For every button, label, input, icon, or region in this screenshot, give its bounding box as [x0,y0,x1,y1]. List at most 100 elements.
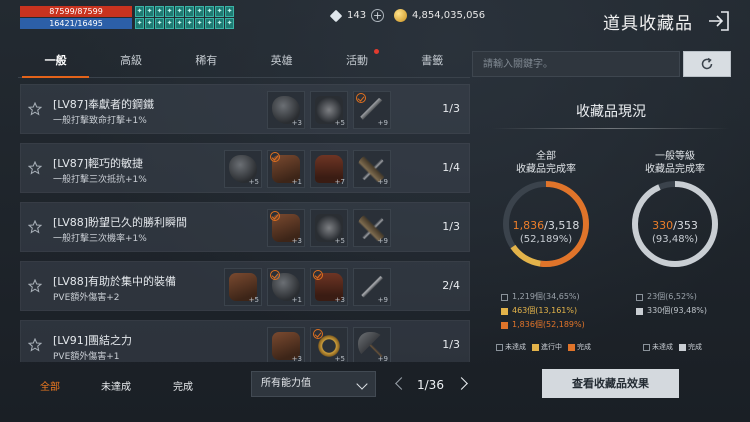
collection-row[interactable]: [LV88]盼望已久的勝利瞬間 一般打擊三次機率+1% 1/3 +3 +5 +9 [20,202,470,252]
mp-bar: 16421/16495 [20,18,132,29]
search-box[interactable] [472,51,680,77]
collection-count: 2/4 [442,279,460,292]
registered-check-icon [270,211,280,221]
tab-1[interactable]: 高級 [93,48,168,77]
summary-title: 收藏品現況 [576,104,646,120]
normal-gauge-value: 330/353 [629,219,721,232]
hp-bar: 87599/87599 [20,6,132,17]
item-slot-crossbow[interactable]: +9 [353,150,391,188]
enhance-level: +5 [248,296,259,304]
notification-dot-icon [373,49,379,54]
normal-label-line2: 收藏品完成率 [645,164,705,175]
total-gauge-value: 1,836/3,518 [500,219,592,232]
tab-label: 一般 [44,54,67,67]
item-slot-bracer[interactable]: +1 [267,150,305,188]
tab-label: 活動 [345,54,368,67]
buff-icon: ✦ [185,18,194,29]
buff-icon: ✦ [195,18,204,29]
enhance-level: +7 [334,178,345,186]
search-input[interactable] [473,52,679,77]
item-slot-spear[interactable]: +9 [353,91,391,129]
tab-5[interactable]: 書籤 [395,48,470,77]
bookmark-star-icon[interactable] [28,220,42,234]
item-slot-claws[interactable]: +5 [310,209,348,247]
filter-all[interactable]: 全部 [40,378,60,393]
bookmark-star-icon[interactable] [28,338,42,352]
tab-0[interactable]: 一般 [18,48,93,78]
collection-row[interactable]: [LV88]有助於集中的裝備 PVE額外傷害+2 2/4 +5 +1 +3 +9 [20,261,470,311]
item-slot-ring[interactable]: +5 [310,327,348,362]
bookmark-star-icon[interactable] [28,161,42,175]
bookmark-star-icon[interactable] [28,279,42,293]
enhance-level: +1 [291,178,302,186]
item-slot-claws[interactable]: +5 [310,91,348,129]
add-diamond-button[interactable]: + [371,9,385,22]
refresh-button[interactable] [683,51,731,77]
player-stats: 87599/87599 16421/16495 [20,6,132,29]
item-slot-bracer[interactable]: +5 [224,268,262,306]
buff-icon: ✦ [145,18,154,29]
tab-label: 英雄 [270,54,293,67]
item-slot-helmet[interactable]: +5 [224,150,262,188]
collection-row[interactable]: [LV87]輕巧的敏捷 一般打擊三次抵抗+1% 1/4 +5 +1 +7 +9 [20,143,470,193]
item-slot-dagger[interactable]: +9 [353,268,391,306]
tab-4[interactable]: 活動 [319,48,394,77]
chevron-down-icon [356,378,368,390]
buff-icon: ✦ [185,6,194,17]
item-slot-helmet[interactable]: +3 [267,91,305,129]
enhance-level: +5 [334,355,345,362]
registered-check-icon [356,93,366,103]
enhance-level: +5 [334,237,345,245]
view-effects-button[interactable]: 查看收藏品效果 [542,369,679,398]
item-slot-crossbow[interactable]: +9 [353,209,391,247]
normal-legend: 未達成 完成 [643,342,702,352]
buff-icon: ✦ [225,18,234,29]
enhance-level: +9 [377,355,388,362]
tab-3[interactable]: 英雄 [244,48,319,77]
buff-icon: ✦ [165,18,174,29]
collection-row[interactable]: [LV87]奉獻者的鋼鐵 一般打擊致命打擊+1% 1/3 +3 +5 +9 [20,84,470,134]
refresh-icon [701,57,713,70]
total-percent: (52,189%) [519,234,573,245]
registered-check-icon [270,152,280,162]
buff-icon: ✦ [155,6,164,17]
collection-count: 1/3 [442,220,460,233]
normal-incomplete-line: 23個(6,52%) [636,290,707,304]
enhance-level: +9 [377,296,388,304]
total-total: /3,518 [544,219,580,232]
collection-name: [LV88]盼望已久的勝利瞬間 [53,216,188,229]
filter-incomplete[interactable]: 未達成 [101,378,131,393]
item-slot-boots[interactable]: +7 [310,150,348,188]
normal-total: /353 [673,219,698,232]
item-slot-bracer[interactable]: +3 [267,327,305,362]
tab-2[interactable]: 稀有 [169,48,244,77]
diamond-currency: 143 + [329,9,385,22]
buff-icon: ✦ [205,6,214,17]
filter-complete[interactable]: 完成 [173,378,193,393]
enhance-level: +3 [291,355,302,362]
item-slot-boots[interactable]: +3 [310,268,348,306]
buff-icon: ✦ [225,6,234,17]
collection-count: 1/3 [442,338,460,351]
collection-row[interactable]: [LV91]團結之力 PVE額外傷害+1 1/3 +3 +5 +9 [20,320,470,362]
collection-effect: 一般打擊三次機率+1% [53,234,147,244]
page-title: 道具收藏品 [603,14,693,34]
collection-effect: PVE額外傷害+2 [53,293,120,303]
collection-list[interactable]: [LV87]奉獻者的鋼鐵 一般打擊致命打擊+1% 1/3 +3 +5 +9 [LV87]輕巧… [20,84,470,362]
bookmark-star-icon[interactable] [28,102,42,116]
enhance-level: +3 [291,119,302,127]
tab-label: 書籤 [421,54,444,67]
item-slot-bracer[interactable]: +3 [267,209,305,247]
exit-icon[interactable] [707,10,731,32]
normal-complete-line: 330個(93,48%) [636,304,707,318]
tab-label: 高級 [119,54,142,67]
page-indicator: 1/36 [417,378,444,392]
buff-icon: ✦ [165,6,174,17]
ability-select[interactable]: 所有能力值 [251,371,376,397]
item-slot-helmet[interactable]: +1 [267,268,305,306]
enhance-level: +1 [291,296,302,304]
item-slot-axe[interactable]: +9 [353,327,391,362]
collection-name: [LV87]輕巧的敏捷 [53,157,144,170]
buff-icon: ✦ [135,6,144,17]
enhance-level: +3 [291,237,302,245]
